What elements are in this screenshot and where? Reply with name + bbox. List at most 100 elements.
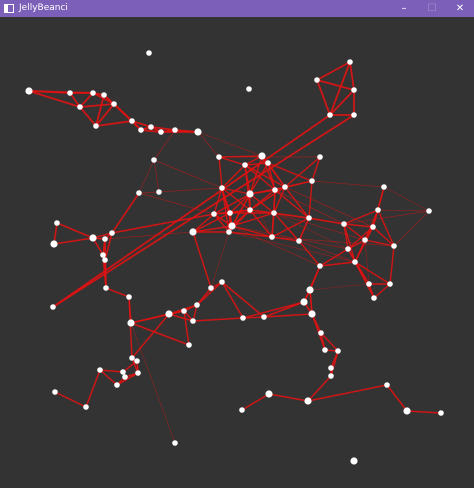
graph-node[interactable] — [194, 128, 202, 136]
graph-node[interactable] — [54, 220, 60, 226]
graph-node[interactable] — [219, 185, 225, 191]
graph-node[interactable] — [265, 160, 271, 166]
graph-node[interactable] — [351, 87, 357, 93]
graph-node[interactable] — [226, 229, 232, 235]
graph-node[interactable] — [216, 154, 222, 160]
graph-node[interactable] — [300, 298, 308, 306]
graph-node[interactable] — [89, 234, 97, 242]
graph-node[interactable] — [246, 86, 252, 92]
graph-node[interactable] — [103, 285, 109, 291]
graph-node[interactable] — [126, 294, 132, 300]
graph-node[interactable] — [309, 178, 315, 184]
graph-node[interactable] — [239, 407, 245, 413]
graph-node[interactable] — [102, 257, 108, 263]
graph-node[interactable] — [345, 246, 351, 252]
graph-node[interactable] — [156, 189, 162, 195]
graph-node[interactable] — [265, 390, 273, 398]
graph-node[interactable] — [258, 152, 266, 160]
graph-node[interactable] — [129, 355, 135, 361]
graph-node[interactable] — [261, 314, 267, 320]
graph-node[interactable] — [335, 348, 341, 354]
graph-node[interactable] — [227, 210, 233, 216]
graph-node[interactable] — [181, 308, 187, 314]
graph-node[interactable] — [317, 263, 323, 269]
graph-node[interactable] — [242, 162, 248, 168]
graph-node[interactable] — [101, 92, 107, 98]
graph-node[interactable] — [208, 285, 214, 291]
graph-node[interactable] — [387, 281, 393, 287]
graph-node[interactable] — [165, 310, 173, 318]
graph-node[interactable] — [97, 367, 103, 373]
graph-node[interactable] — [50, 304, 56, 310]
graph-node[interactable] — [370, 224, 376, 230]
graph-node[interactable] — [194, 302, 200, 308]
graph-node[interactable] — [351, 112, 357, 118]
graph-node[interactable] — [347, 59, 353, 65]
graph-node[interactable] — [318, 330, 324, 336]
graph-node[interactable] — [308, 310, 316, 318]
graph-node[interactable] — [306, 215, 312, 221]
graph-node[interactable] — [100, 252, 106, 258]
graph-node[interactable] — [371, 295, 377, 301]
graph-node[interactable] — [134, 358, 140, 364]
graph-node[interactable] — [102, 236, 108, 242]
graph-node[interactable] — [146, 50, 152, 56]
graph-node[interactable] — [362, 237, 368, 243]
graph-node[interactable] — [135, 370, 141, 376]
graph-node[interactable] — [375, 207, 381, 213]
graph-node[interactable] — [327, 112, 333, 118]
graph-node[interactable] — [282, 184, 288, 190]
graph-node[interactable] — [151, 157, 157, 163]
graph-node[interactable] — [186, 342, 192, 348]
graph-node[interactable] — [328, 365, 334, 371]
graph-node[interactable] — [93, 123, 99, 129]
graph-node[interactable] — [350, 457, 358, 465]
minimize-button[interactable]: – — [390, 0, 418, 17]
graph-node[interactable] — [25, 87, 33, 95]
graph-node[interactable] — [438, 410, 444, 416]
graph-node[interactable] — [77, 104, 83, 110]
graph-node[interactable] — [120, 369, 126, 375]
graph-node[interactable] — [228, 222, 236, 230]
graph-node[interactable] — [158, 129, 164, 135]
graph-node[interactable] — [111, 101, 117, 107]
graph-node[interactable] — [83, 404, 89, 410]
graph-node[interactable] — [219, 279, 225, 285]
graph-node[interactable] — [109, 230, 115, 236]
graph-node[interactable] — [122, 374, 128, 380]
graph-node[interactable] — [322, 347, 328, 353]
graph-node[interactable] — [189, 228, 197, 236]
graph-node[interactable] — [246, 190, 254, 198]
graph-node[interactable] — [52, 389, 58, 395]
close-button[interactable]: ✕ — [446, 0, 474, 17]
graph-node[interactable] — [296, 238, 302, 244]
graph-node[interactable] — [391, 243, 397, 249]
graph-node[interactable] — [136, 190, 142, 196]
graph-node[interactable] — [271, 210, 277, 216]
graph-node[interactable] — [366, 281, 372, 287]
graph-node[interactable] — [67, 90, 73, 96]
graph-node[interactable] — [190, 318, 196, 324]
graph-node[interactable] — [172, 440, 178, 446]
graph-node[interactable] — [148, 124, 154, 130]
graph-node[interactable] — [317, 154, 323, 160]
graph-node[interactable] — [328, 373, 334, 379]
graph-node[interactable] — [403, 407, 411, 415]
maximize-button[interactable]: ☐ — [418, 0, 446, 17]
graph-node[interactable] — [114, 382, 120, 388]
graph-node[interactable] — [127, 319, 135, 327]
graph-node[interactable] — [240, 315, 246, 321]
graph-node[interactable] — [426, 208, 432, 214]
graph-node[interactable] — [50, 240, 58, 248]
graph-node[interactable] — [247, 207, 253, 213]
graph-node[interactable] — [304, 397, 312, 405]
graph-node[interactable] — [272, 187, 278, 193]
graph-node[interactable] — [90, 90, 96, 96]
graph-node[interactable] — [269, 234, 275, 240]
graph-node[interactable] — [384, 382, 390, 388]
graph-node[interactable] — [129, 118, 135, 124]
graph-node[interactable] — [341, 221, 347, 227]
title-bar[interactable]: JellyBeanci – ☐ ✕ — [0, 0, 474, 17]
graph-node[interactable] — [314, 77, 320, 83]
graph-node[interactable] — [352, 259, 358, 265]
